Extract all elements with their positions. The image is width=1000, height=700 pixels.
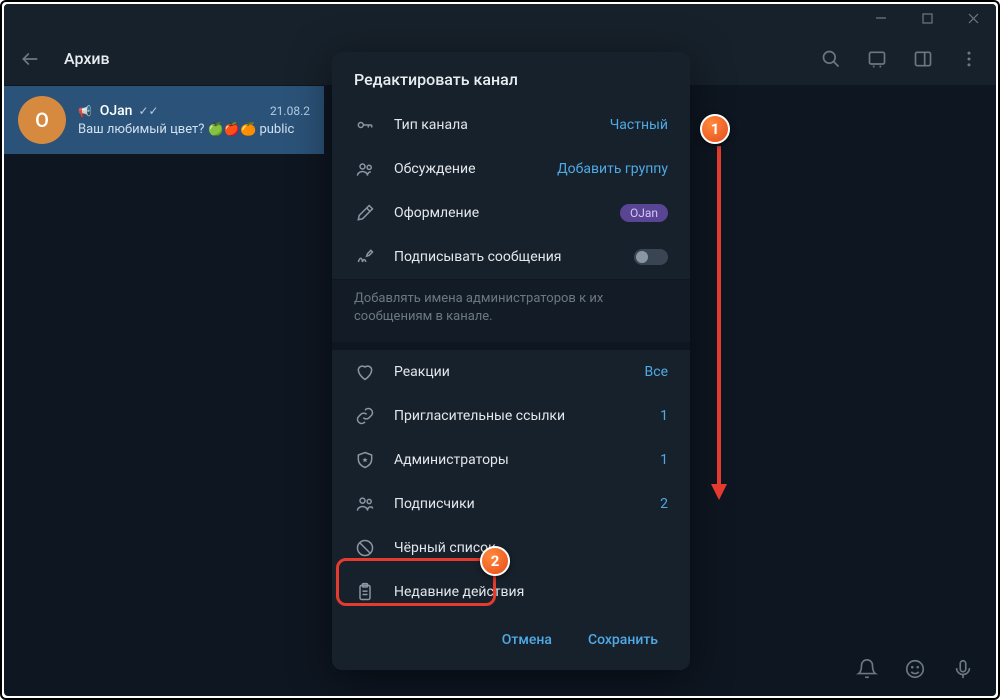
users-icon xyxy=(354,493,376,515)
row-theme[interactable]: Оформление OJan xyxy=(332,191,690,235)
avatar: O xyxy=(18,96,66,144)
row-value: 1 xyxy=(660,452,668,468)
chat-item[interactable]: O 📢 OJan ✓✓ 21.08.2 Ваш любимый цвет? 🍏🍎… xyxy=(4,86,324,154)
row-recent-actions[interactable]: Недавние действия xyxy=(332,570,690,610)
row-invite-links[interactable]: Пригласительные ссылки 1 xyxy=(332,394,690,438)
callout-2: 2 xyxy=(480,546,510,576)
row-blacklist[interactable]: Чёрный список xyxy=(332,526,690,570)
row-channel-type[interactable]: Тип канала Частный xyxy=(332,103,690,147)
block-icon xyxy=(354,537,376,559)
panel-title: Редактировать канал xyxy=(332,52,690,103)
header-actions xyxy=(820,48,980,70)
emoji-icon[interactable] xyxy=(904,658,926,680)
chat-panel-icon[interactable] xyxy=(866,48,888,70)
row-value: Частный xyxy=(610,117,668,133)
row-discussion[interactable]: Обсуждение Добавить группу xyxy=(332,147,690,191)
app-window: Архив O 📢 OJan ✓✓ 21.08.2 Ваш любимый цв… xyxy=(4,4,996,696)
sign-toggle[interactable] xyxy=(634,249,668,265)
callout-1: 1 xyxy=(700,114,730,144)
chat-item-body: 📢 OJan ✓✓ 21.08.2 Ваш любимый цвет? 🍏🍎🍊 … xyxy=(78,103,310,137)
chat-list: O 📢 OJan ✓✓ 21.08.2 Ваш любимый цвет? 🍏🍎… xyxy=(4,86,324,154)
mic-icon[interactable] xyxy=(952,658,974,680)
row-label: Тип канала xyxy=(394,117,592,133)
clipboard-icon xyxy=(354,581,376,603)
back-arrow-icon[interactable] xyxy=(20,49,40,69)
row-label: Администраторы xyxy=(394,452,642,468)
more-icon[interactable] xyxy=(958,48,980,70)
panel-scroll[interactable]: Тип канала Частный Обсуждение Добавить г… xyxy=(332,103,690,610)
minimize-button[interactable] xyxy=(858,4,904,32)
read-checks-icon: ✓✓ xyxy=(138,104,158,118)
sign-hint: Добавлять имена администраторов к их соо… xyxy=(332,279,690,350)
row-reactions[interactable]: Реакции Все xyxy=(332,350,690,394)
chat-preview: Ваш любимый цвет? 🍏🍎🍊 public xyxy=(78,122,310,137)
mute-icon[interactable] xyxy=(856,658,878,680)
input-bar xyxy=(856,658,974,680)
cancel-button[interactable]: Отмена xyxy=(488,624,566,656)
chat-date: 21.08.2 xyxy=(270,104,310,118)
search-icon[interactable] xyxy=(820,48,842,70)
row-label: Оформление xyxy=(394,205,602,221)
row-label: Недавние действия xyxy=(394,584,668,600)
link-icon xyxy=(354,405,376,427)
row-label: Реакции xyxy=(394,364,627,380)
star-shield-icon xyxy=(354,449,376,471)
maximize-button[interactable] xyxy=(904,4,950,32)
row-sign-messages[interactable]: Подписывать сообщения xyxy=(332,235,690,279)
sidebar-toggle-icon[interactable] xyxy=(912,48,934,70)
row-value: 2 xyxy=(660,496,668,512)
row-label: Подписчики xyxy=(394,496,642,512)
theme-badge: OJan xyxy=(620,204,668,222)
row-admins[interactable]: Администраторы 1 xyxy=(332,438,690,482)
heart-icon xyxy=(354,361,376,383)
row-value: 1 xyxy=(660,408,668,424)
page-title: Архив xyxy=(64,49,110,68)
lock-icon xyxy=(354,114,376,136)
edit-channel-panel: Редактировать канал Тип канала Частный О… xyxy=(332,52,690,670)
row-label: Обсуждение xyxy=(394,161,539,177)
window-titlebar xyxy=(4,4,996,32)
row-label: Пригласительные ссылки xyxy=(394,408,642,424)
brush-icon xyxy=(354,202,376,224)
signature-icon xyxy=(354,246,376,268)
row-label: Чёрный список xyxy=(394,540,668,556)
row-value: Добавить группу xyxy=(557,161,668,177)
panel-footer: Отмена Сохранить xyxy=(332,610,690,670)
megaphone-icon: 📢 xyxy=(78,105,92,118)
arrow-down-icon xyxy=(710,146,728,500)
row-label: Подписывать сообщения xyxy=(394,249,616,265)
group-icon xyxy=(354,158,376,180)
save-button[interactable]: Сохранить xyxy=(574,624,672,656)
row-subscribers[interactable]: Подписчики 2 xyxy=(332,482,690,526)
chat-name: OJan xyxy=(100,103,133,119)
close-button[interactable] xyxy=(950,4,996,32)
row-value: Все xyxy=(645,364,668,380)
